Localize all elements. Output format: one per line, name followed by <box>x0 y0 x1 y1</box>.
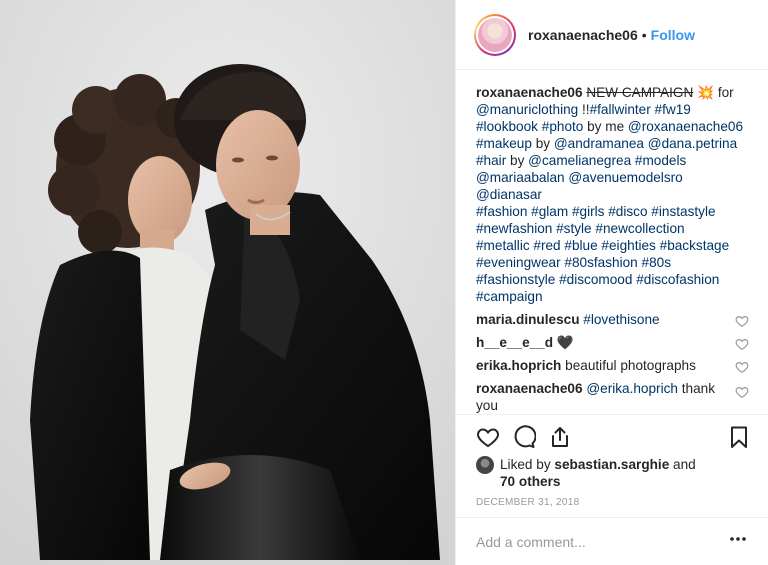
comment-mention[interactable]: @erika.hoprich <box>586 381 678 396</box>
likes-and: and <box>669 457 696 472</box>
hashtag-line[interactable]: #newfashion #style #newcollection <box>476 221 685 236</box>
caption-emoji: 💥 <box>697 85 715 100</box>
caption-text: by <box>531 136 554 151</box>
more-dots-icon[interactable] <box>729 536 747 542</box>
bookmark-icon[interactable] <box>727 425 751 449</box>
likes-others-link[interactable]: 70 others <box>500 474 560 489</box>
comments-list: roxanaenache06 NEW CAMPAIGN 💥 for @manur… <box>456 84 768 414</box>
mention-link[interactable]: @mariaabalan <box>476 170 565 185</box>
hashtag-link[interactable]: #lookbook <box>476 119 538 134</box>
post-photo[interactable] <box>0 0 455 565</box>
comment-item: h__e__e__d 🖤 <box>476 334 749 351</box>
mention-link[interactable]: @dana.petrina <box>648 136 737 151</box>
header-separator-dot: • <box>641 26 647 43</box>
comment-item: maria.dinulescu #lovethisone <box>476 311 749 328</box>
caption-text: by <box>506 153 529 168</box>
comment-item: roxanaenache06 @erika.hoprich thank you <box>476 380 749 414</box>
caption-text: by me <box>583 119 628 134</box>
caption-struck-text: NEW CAMPAIGN <box>586 85 694 100</box>
mention-link[interactable]: @avenuemodelsro <box>568 170 682 185</box>
hashtag-line[interactable]: #fashionstyle #discomood #discofashion <box>476 272 719 287</box>
follow-button[interactable]: Follow <box>651 27 695 43</box>
comment-username[interactable]: erika.hoprich <box>476 358 561 373</box>
add-comment-input[interactable] <box>476 533 716 550</box>
mention-link[interactable]: @manuriclothing <box>476 102 578 117</box>
comment-text: 🖤 <box>556 335 574 350</box>
hashtag-link[interactable]: #photo <box>542 119 584 134</box>
comment-username[interactable]: maria.dinulescu <box>476 312 580 327</box>
heart-icon[interactable] <box>735 314 749 328</box>
hashtag-link[interactable]: #models <box>635 153 686 168</box>
post-date[interactable]: DECEMBER 31, 2018 <box>476 497 579 508</box>
header-username[interactable]: roxanaenache06 <box>528 27 638 43</box>
post-side-panel: roxanaenache06 • Follow roxanaenache06 N… <box>455 0 768 565</box>
likes-text: Liked by sebastian.sarghie and 70 others <box>500 456 696 490</box>
instagram-post: roxanaenache06 • Follow roxanaenache06 N… <box>0 0 768 565</box>
caption-username[interactable]: roxanaenache06 <box>476 85 583 100</box>
hashtag-line[interactable]: #metallic #red #blue #eighties #backstag… <box>476 238 729 253</box>
mention-link[interactable]: @camelianegrea <box>528 153 631 168</box>
heart-icon[interactable] <box>476 425 500 449</box>
heart-icon[interactable] <box>735 337 749 351</box>
post-header: roxanaenache06 • Follow <box>456 0 768 70</box>
mention-link[interactable]: @dianasar <box>476 187 542 202</box>
caption-text: for <box>714 85 734 100</box>
hashtag-link[interactable]: #fw19 <box>655 102 691 117</box>
hashtag-link[interactable]: #hair <box>476 153 506 168</box>
heart-icon[interactable] <box>735 360 749 374</box>
caption-text: !! <box>578 102 590 117</box>
story-ring[interactable] <box>474 13 516 56</box>
hashtag-link[interactable]: #fallwinter <box>590 102 651 117</box>
hashtag-line[interactable]: #campaign <box>476 289 543 304</box>
liker-avatar[interactable] <box>476 456 494 474</box>
likes-summary: Liked by sebastian.sarghie and 70 others <box>476 456 756 490</box>
hashtag-line[interactable]: #eveningwear #80sfashion #80s <box>476 255 671 270</box>
comment-username[interactable]: h__e__e__d <box>476 335 553 350</box>
mention-link[interactable]: @roxanaenache06 <box>628 119 743 134</box>
liker-username[interactable]: sebastian.sarghie <box>554 457 669 472</box>
action-bar <box>456 414 768 456</box>
comment-item: erika.hoprich beautiful photographs <box>476 357 749 374</box>
hashtag-line[interactable]: #fashion #glam #girls #disco #instastyle <box>476 204 716 219</box>
comment-hashtag[interactable]: #lovethisone <box>583 312 659 327</box>
avatar <box>476 15 514 54</box>
avatar-image <box>478 17 512 52</box>
add-comment-bar <box>456 517 768 565</box>
comment-username[interactable]: roxanaenache06 <box>476 381 583 396</box>
fashion-photo-illustration <box>0 0 455 565</box>
share-icon[interactable] <box>548 425 572 449</box>
mention-link[interactable]: @andramanea <box>554 136 644 151</box>
comment-text: beautiful photographs <box>565 358 696 373</box>
comment-bubble-icon[interactable] <box>512 425 536 449</box>
heart-icon[interactable] <box>735 385 749 399</box>
hashtag-link[interactable]: #makeup <box>476 136 532 151</box>
post-caption: roxanaenache06 NEW CAMPAIGN 💥 for @manur… <box>476 84 749 305</box>
likes-prefix: Liked by <box>500 457 555 472</box>
